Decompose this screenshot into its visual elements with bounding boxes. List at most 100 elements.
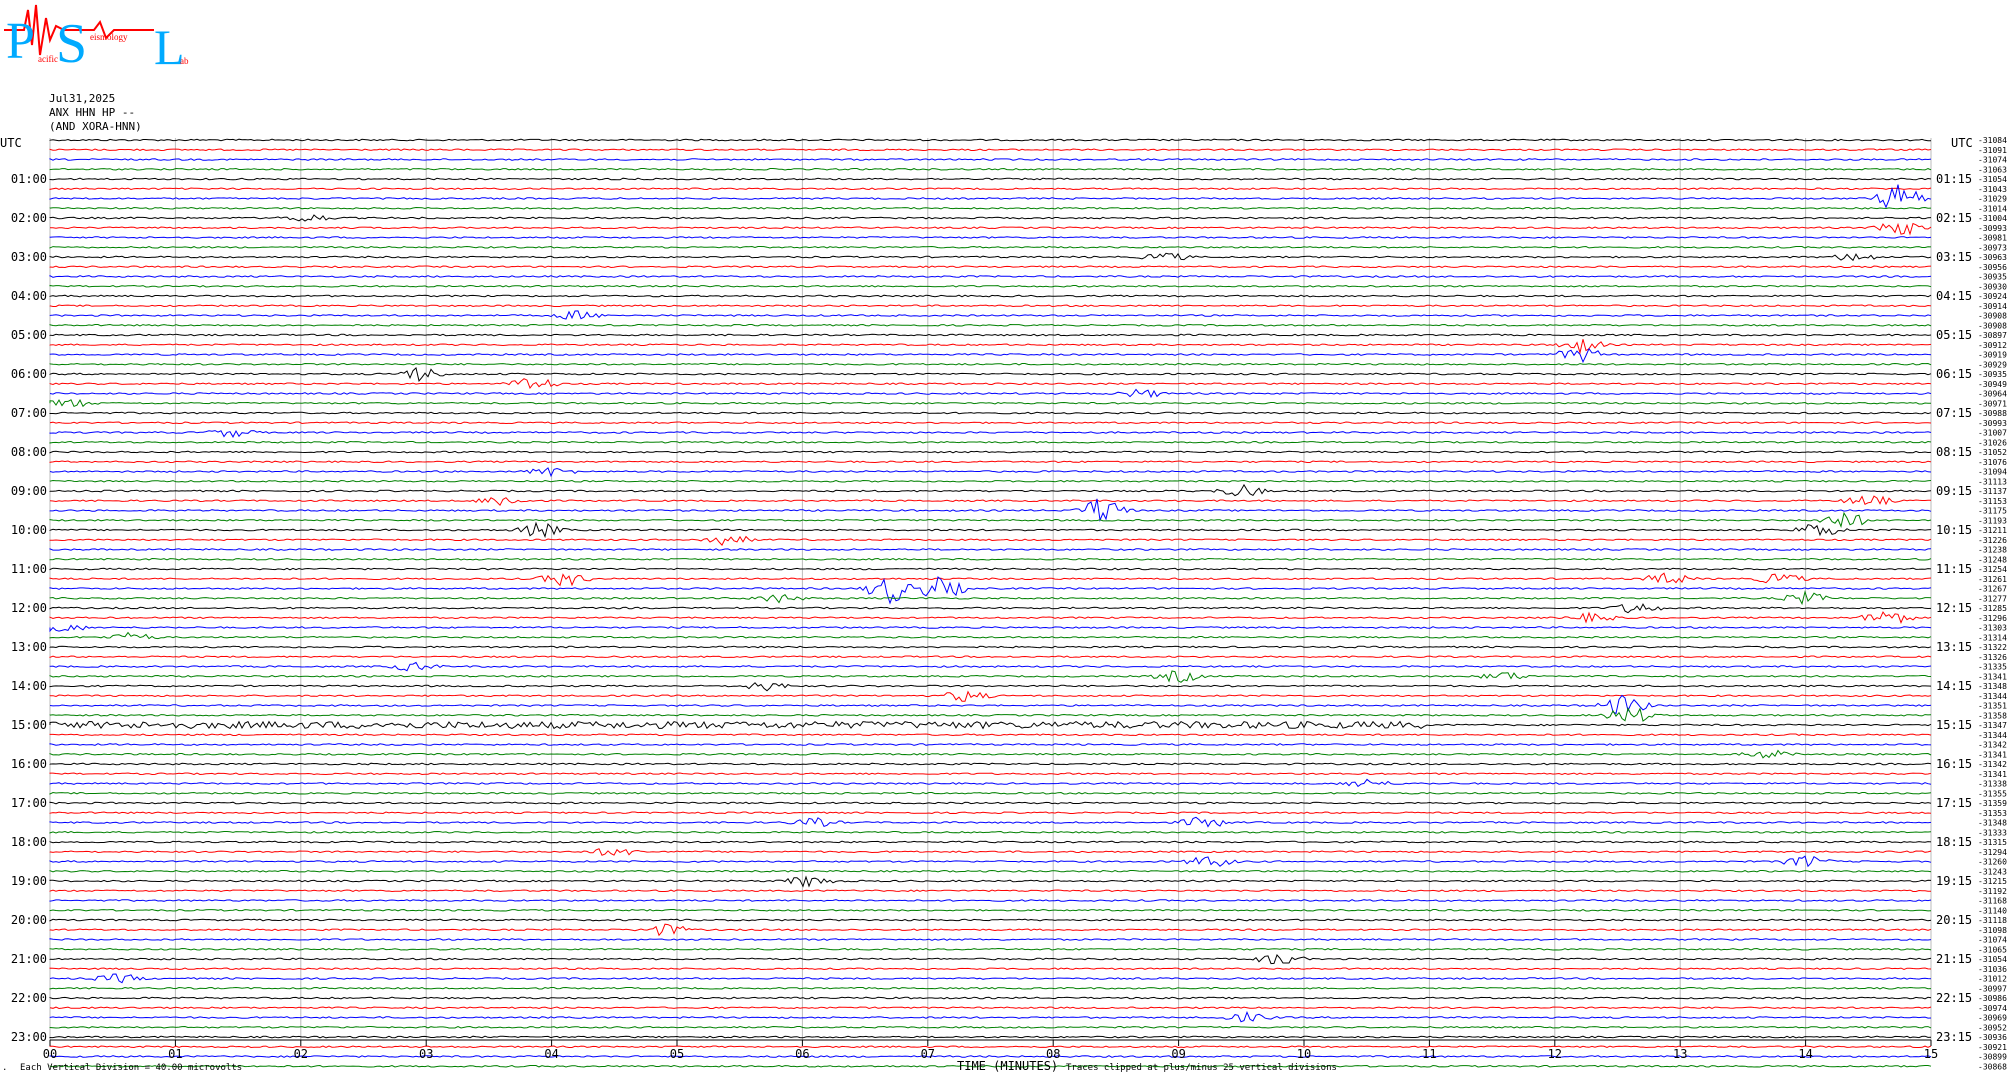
right-hour-label: 02:15 <box>1936 211 1972 225</box>
right-hour-label: 16:15 <box>1936 757 1972 771</box>
trace-line <box>49 923 1932 937</box>
trace-line <box>49 954 1932 965</box>
trace-line <box>49 323 1932 327</box>
trace-line <box>49 778 1932 788</box>
trace-offset-label: -31294 <box>1978 848 2007 857</box>
trace-offset-label: -31353 <box>1978 809 2007 818</box>
trace-offset-label: -31355 <box>1978 789 2007 798</box>
trace-line <box>49 590 1932 606</box>
trace-offset-label: -31342 <box>1978 760 2007 769</box>
left-hour-label: 20:00 <box>11 913 47 927</box>
trace-line <box>49 670 1932 683</box>
left-hour-label: 01:00 <box>11 172 47 186</box>
trace-line <box>49 720 1932 730</box>
trace-offset-label: -31054 <box>1978 175 2007 184</box>
trace-line <box>49 706 1932 722</box>
trace-line <box>49 694 1932 715</box>
trace-offset-label: -30914 <box>1978 302 2007 311</box>
left-hour-label: 05:00 <box>11 328 47 342</box>
trace-offset-label: -31314 <box>1978 633 2007 642</box>
right-hour-label: 23:15 <box>1936 1030 1972 1044</box>
trace-line <box>49 184 1932 209</box>
trace-line <box>49 557 1932 561</box>
left-hour-label: 22:00 <box>11 991 47 1005</box>
trace-offset-label: -31341 <box>1978 672 2007 681</box>
trace-offset-label: -30981 <box>1978 234 2007 243</box>
trace-offset-label: -30963 <box>1978 253 2007 262</box>
trace-line <box>49 138 1931 142</box>
right-hour-label: 11:15 <box>1936 562 1972 576</box>
trace-line <box>49 333 1932 337</box>
trace-offset-label: -30956 <box>1978 263 2007 272</box>
trace-offset-label: -31076 <box>1978 458 2007 467</box>
trace-line <box>49 252 1932 262</box>
trace-offset-label: -30912 <box>1978 341 2007 350</box>
left-hour-label: 10:00 <box>11 523 47 537</box>
trace-line <box>49 645 1932 649</box>
trace-offset-label: -31074 <box>1978 936 2007 945</box>
left-hour-label: 13:00 <box>11 640 47 654</box>
trace-offset-label: -31118 <box>1978 916 2007 925</box>
trace-offset-label: -31335 <box>1978 663 2007 672</box>
trace-offset-label: -31168 <box>1978 897 2007 906</box>
trace-line <box>49 388 1932 399</box>
trace-offset-label: -31303 <box>1978 624 2007 633</box>
right-hour-label: 18:15 <box>1936 835 1972 849</box>
trace-offset-label: -31326 <box>1978 653 2007 662</box>
left-hour-label: 23:00 <box>11 1030 47 1044</box>
trace-offset-label: -31243 <box>1978 867 2007 876</box>
trace-line <box>49 498 1932 522</box>
trace-offset-label: -31248 <box>1978 555 2007 564</box>
trace-line <box>49 1035 1932 1039</box>
trace-offset-label: -31192 <box>1978 887 2007 896</box>
left-hour-label: 07:00 <box>11 406 47 420</box>
left-hour-label: 03:00 <box>11 250 47 264</box>
trace-offset-label: -30908 <box>1978 312 2007 321</box>
trace-line <box>49 572 1932 587</box>
trace-offset-label: -31052 <box>1978 448 2007 457</box>
trace-line <box>49 304 1932 308</box>
trace-line <box>49 236 1932 239</box>
trace-offset-label: -31277 <box>1978 594 2007 603</box>
trace-line <box>49 661 1932 672</box>
trace-offset-label: -31091 <box>1978 146 2007 155</box>
trace-offset-label: -30973 <box>1978 243 2007 252</box>
helicorder-plot: UTC UTC 01:00 02:00 03:00 04:00 05:00 06:00 07… <box>0 136 2007 1073</box>
trace-offset-label: -30930 <box>1978 282 2007 291</box>
trace-offset-label: -31359 <box>1978 799 2007 808</box>
trace-line <box>49 811 1932 815</box>
trace-offset-label: -31260 <box>1978 858 2007 867</box>
x-tick-label: 05 <box>670 1047 684 1061</box>
trace-offset-label: -31036 <box>1978 965 2007 974</box>
trace-line <box>49 167 1932 171</box>
trace-offset-label: -31043 <box>1978 185 2007 194</box>
trace-line <box>49 875 1932 888</box>
x-tick-label: 01 <box>168 1047 182 1061</box>
trace-offset-label: -31226 <box>1978 536 2007 545</box>
footer-corner-mark: . <box>2 1063 7 1073</box>
trace-line <box>49 214 1932 222</box>
utc-right-label: UTC <box>1951 136 1973 150</box>
left-hour-labels: 01:00 02:00 03:00 04:00 05:00 06:00 07:00 08:00… <box>11 172 47 1044</box>
trace-offset-label: -31065 <box>1978 945 2007 954</box>
trace-line <box>49 339 1932 355</box>
trace-line <box>49 830 1932 834</box>
trace-line <box>49 294 1932 298</box>
trace-offset-label: -31347 <box>1978 721 2007 730</box>
trace-offset-label: -31026 <box>1978 438 2007 447</box>
trace-offset-label: -30969 <box>1978 1014 2007 1023</box>
trace-offset-label: -31007 <box>1978 429 2007 438</box>
trace-line <box>49 467 1932 478</box>
left-hour-label: 15:00 <box>11 718 47 732</box>
trace-offset-label: -30935 <box>1978 273 2007 282</box>
trace-line <box>49 869 1932 873</box>
trace-offset-label: -30974 <box>1978 1004 2007 1013</box>
right-hour-label: 05:15 <box>1936 328 1972 342</box>
trace-line <box>49 429 1932 438</box>
trace-offset-label: -31215 <box>1978 877 2007 886</box>
trace-line <box>49 791 1932 795</box>
trace-offset-label: -31175 <box>1978 507 2007 516</box>
trace-line <box>49 460 1932 464</box>
left-hour-label: 04:00 <box>11 289 47 303</box>
trace-line <box>49 1055 1932 1058</box>
